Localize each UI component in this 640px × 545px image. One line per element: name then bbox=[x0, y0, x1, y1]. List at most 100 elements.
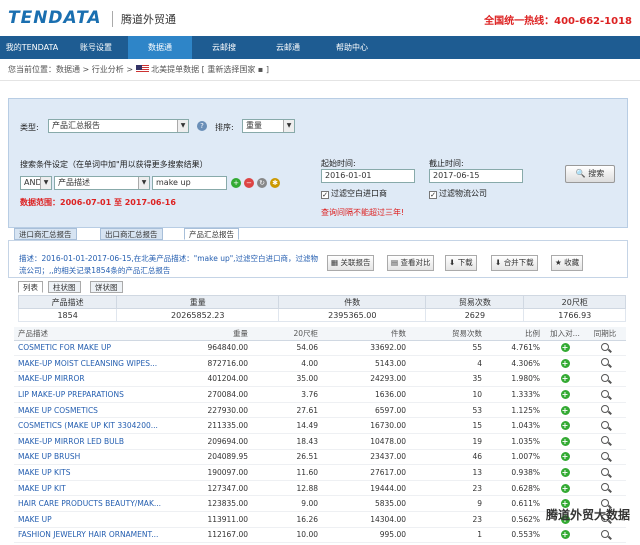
checkbox-checked[interactable]: ✓ bbox=[321, 191, 329, 199]
nav-help[interactable]: 帮助中心 bbox=[320, 36, 384, 59]
cell-value: 1.125% bbox=[488, 402, 546, 419]
start-date-input[interactable]: 2016-01-01 bbox=[321, 169, 415, 183]
product-name-link[interactable]: FASHION JEWELRY HAIR ORNAMENT... bbox=[14, 527, 164, 544]
logic-select[interactable]: AND ▼ bbox=[20, 176, 52, 190]
magnifier-icon[interactable] bbox=[601, 467, 609, 476]
remove-condition-icon[interactable]: − bbox=[244, 178, 254, 188]
magnifier-icon[interactable] bbox=[601, 451, 609, 460]
tab-pie-chart[interactable]: 饼状图 bbox=[90, 281, 123, 293]
column-header[interactable]: 比例 bbox=[488, 327, 546, 341]
product-name-link[interactable]: MAKE UP BRUSH bbox=[14, 449, 164, 466]
tab-bar-chart[interactable]: 柱状图 bbox=[48, 281, 81, 293]
column-header[interactable]: 加入对... bbox=[546, 327, 584, 341]
cell-value: 1.333% bbox=[488, 386, 546, 403]
nav-my-tendata[interactable]: 我的TENDATA bbox=[0, 36, 64, 59]
cell-value: 24293.00 bbox=[324, 371, 412, 388]
yoy-cell bbox=[584, 449, 626, 466]
related-report-button[interactable]: ▦ 关联报告 bbox=[327, 255, 375, 271]
add-icon[interactable]: + bbox=[560, 452, 570, 462]
download-button[interactable]: ⬇ 下载 bbox=[445, 255, 477, 271]
breadcrumb-path[interactable]: 您当前位置：数据通 > 行业分析 > bbox=[8, 65, 133, 74]
column-header[interactable]: 20尺柜 bbox=[254, 327, 324, 341]
sort-select[interactable]: 重量 ▼ bbox=[242, 119, 295, 133]
nav-data[interactable]: 数据通 bbox=[128, 36, 192, 59]
column-header[interactable]: 同期比 bbox=[584, 327, 626, 341]
product-name-link[interactable]: LIP MAKE-UP PREPARATIONS bbox=[14, 386, 164, 403]
logo-subtitle: 腾道外贸通 bbox=[112, 11, 176, 27]
cell-value: 1.007% bbox=[488, 449, 546, 466]
column-header[interactable]: 产品描述 bbox=[14, 327, 164, 341]
help-icon[interactable]: ? bbox=[197, 121, 207, 131]
product-name-link[interactable]: HAIR CARE PRODUCTS BEAUTY/MAK... bbox=[14, 495, 164, 513]
tab-importer-report[interactable]: 进口商汇总报告 bbox=[14, 228, 77, 240]
column-header[interactable]: 贸易次数 bbox=[412, 327, 488, 341]
product-name-link[interactable]: MAKE-UP MIRROR bbox=[14, 371, 164, 388]
column-header[interactable]: 重量 bbox=[164, 327, 254, 341]
product-name-link[interactable]: COSMETIC FOR MAKE UP bbox=[14, 340, 164, 357]
magnifier-icon[interactable] bbox=[601, 420, 609, 429]
watermark: 腾道外贸大数据 bbox=[545, 508, 630, 522]
nav-cloud-search[interactable]: 云邮搜 bbox=[192, 36, 256, 59]
us-flag-icon bbox=[135, 65, 149, 73]
settings-icon[interactable]: ✱ bbox=[270, 178, 280, 188]
merge-download-button[interactable]: ⬇ 合并下载 bbox=[491, 255, 538, 271]
add-condition-icon[interactable]: + bbox=[231, 178, 241, 188]
tab-exporter-report[interactable]: 出口商汇总报告 bbox=[100, 228, 163, 240]
magnifier-icon[interactable] bbox=[601, 483, 609, 492]
nav-cloud-mail[interactable]: 云邮通 bbox=[256, 36, 320, 59]
nav-account-settings[interactable]: 账号设置 bbox=[64, 36, 128, 59]
cell-value: 1 bbox=[412, 527, 488, 544]
magnifier-icon[interactable] bbox=[601, 389, 609, 398]
add-compare-cell: + bbox=[546, 527, 584, 544]
end-date-input[interactable]: 2017-06-15 bbox=[429, 169, 523, 183]
product-name-link[interactable]: MAKE UP KITS bbox=[14, 464, 164, 481]
product-name-link[interactable]: MAKE-UP MIRROR LED BULB bbox=[14, 433, 164, 450]
keyword-input[interactable]: make up bbox=[152, 176, 227, 190]
end-date-label: 截止时间: bbox=[429, 159, 464, 168]
filter-logistics[interactable]: ✓ 过滤物流公司 bbox=[429, 188, 487, 199]
favorite-button[interactable]: ★ 收藏 bbox=[551, 255, 584, 271]
add-icon[interactable]: + bbox=[560, 421, 570, 431]
add-icon[interactable]: + bbox=[560, 374, 570, 384]
magnifier-icon[interactable] bbox=[601, 529, 609, 538]
product-name-link[interactable]: MAKE UP bbox=[14, 511, 164, 528]
product-name-link[interactable]: MAKE UP COSMETICS bbox=[14, 402, 164, 419]
tab-list[interactable]: 列表 bbox=[18, 281, 43, 293]
cell-value: 0.628% bbox=[488, 480, 546, 497]
filter-empty-importer[interactable]: ✓ 过滤空白进口商 bbox=[321, 188, 387, 199]
add-compare-cell: + bbox=[546, 417, 584, 435]
cell-value: 270084.00 bbox=[164, 386, 254, 403]
tab-product-report[interactable]: 产品汇总报告 bbox=[184, 228, 239, 240]
add-icon[interactable]: + bbox=[560, 343, 570, 353]
type-select[interactable]: 产品汇总报告 ▼ bbox=[48, 119, 189, 133]
magnifier-icon[interactable] bbox=[601, 373, 609, 382]
breadcrumb-country[interactable]: 北美提单数据 [ 重新选择国家 ▪ ] bbox=[151, 65, 269, 74]
cell-value: 0.938% bbox=[488, 464, 546, 481]
magnifier-icon[interactable] bbox=[601, 436, 609, 445]
product-name-link[interactable]: MAKE UP KIT bbox=[14, 480, 164, 497]
cell-value: 0.611% bbox=[488, 495, 546, 513]
add-icon[interactable]: + bbox=[560, 358, 570, 368]
add-icon[interactable]: + bbox=[560, 390, 570, 400]
compare-button[interactable]: ▤ 查看对比 bbox=[387, 255, 435, 271]
column-header[interactable]: 件数 bbox=[324, 327, 412, 341]
add-icon[interactable]: + bbox=[560, 468, 570, 478]
magnifier-icon[interactable] bbox=[601, 342, 609, 351]
summary-value: 1766.93 bbox=[523, 308, 626, 322]
magnifier-icon[interactable] bbox=[601, 358, 609, 367]
cell-value: 12.88 bbox=[254, 480, 324, 497]
chevron-down-icon: ▼ bbox=[40, 177, 51, 189]
add-icon[interactable]: + bbox=[560, 530, 570, 540]
field-select[interactable]: 产品描述 ▼ bbox=[54, 176, 150, 190]
checkbox-checked[interactable]: ✓ bbox=[429, 191, 437, 199]
tendata-logo[interactable]: TENDATA bbox=[8, 8, 102, 28]
magnifier-icon[interactable] bbox=[601, 405, 609, 414]
product-name-link[interactable]: MAKE-UP MOIST CLEANSING WIPES... bbox=[14, 355, 164, 372]
product-name-link[interactable]: COSMETICS (MAKE UP KIT 3304200... bbox=[14, 417, 164, 435]
add-icon[interactable]: + bbox=[560, 405, 570, 415]
add-icon[interactable]: + bbox=[560, 483, 570, 493]
search-button[interactable]: 🔍 搜索 bbox=[565, 165, 615, 183]
download-icon: ⬇ bbox=[449, 258, 456, 267]
add-icon[interactable]: + bbox=[560, 436, 570, 446]
reset-icon[interactable]: ↻ bbox=[257, 178, 267, 188]
